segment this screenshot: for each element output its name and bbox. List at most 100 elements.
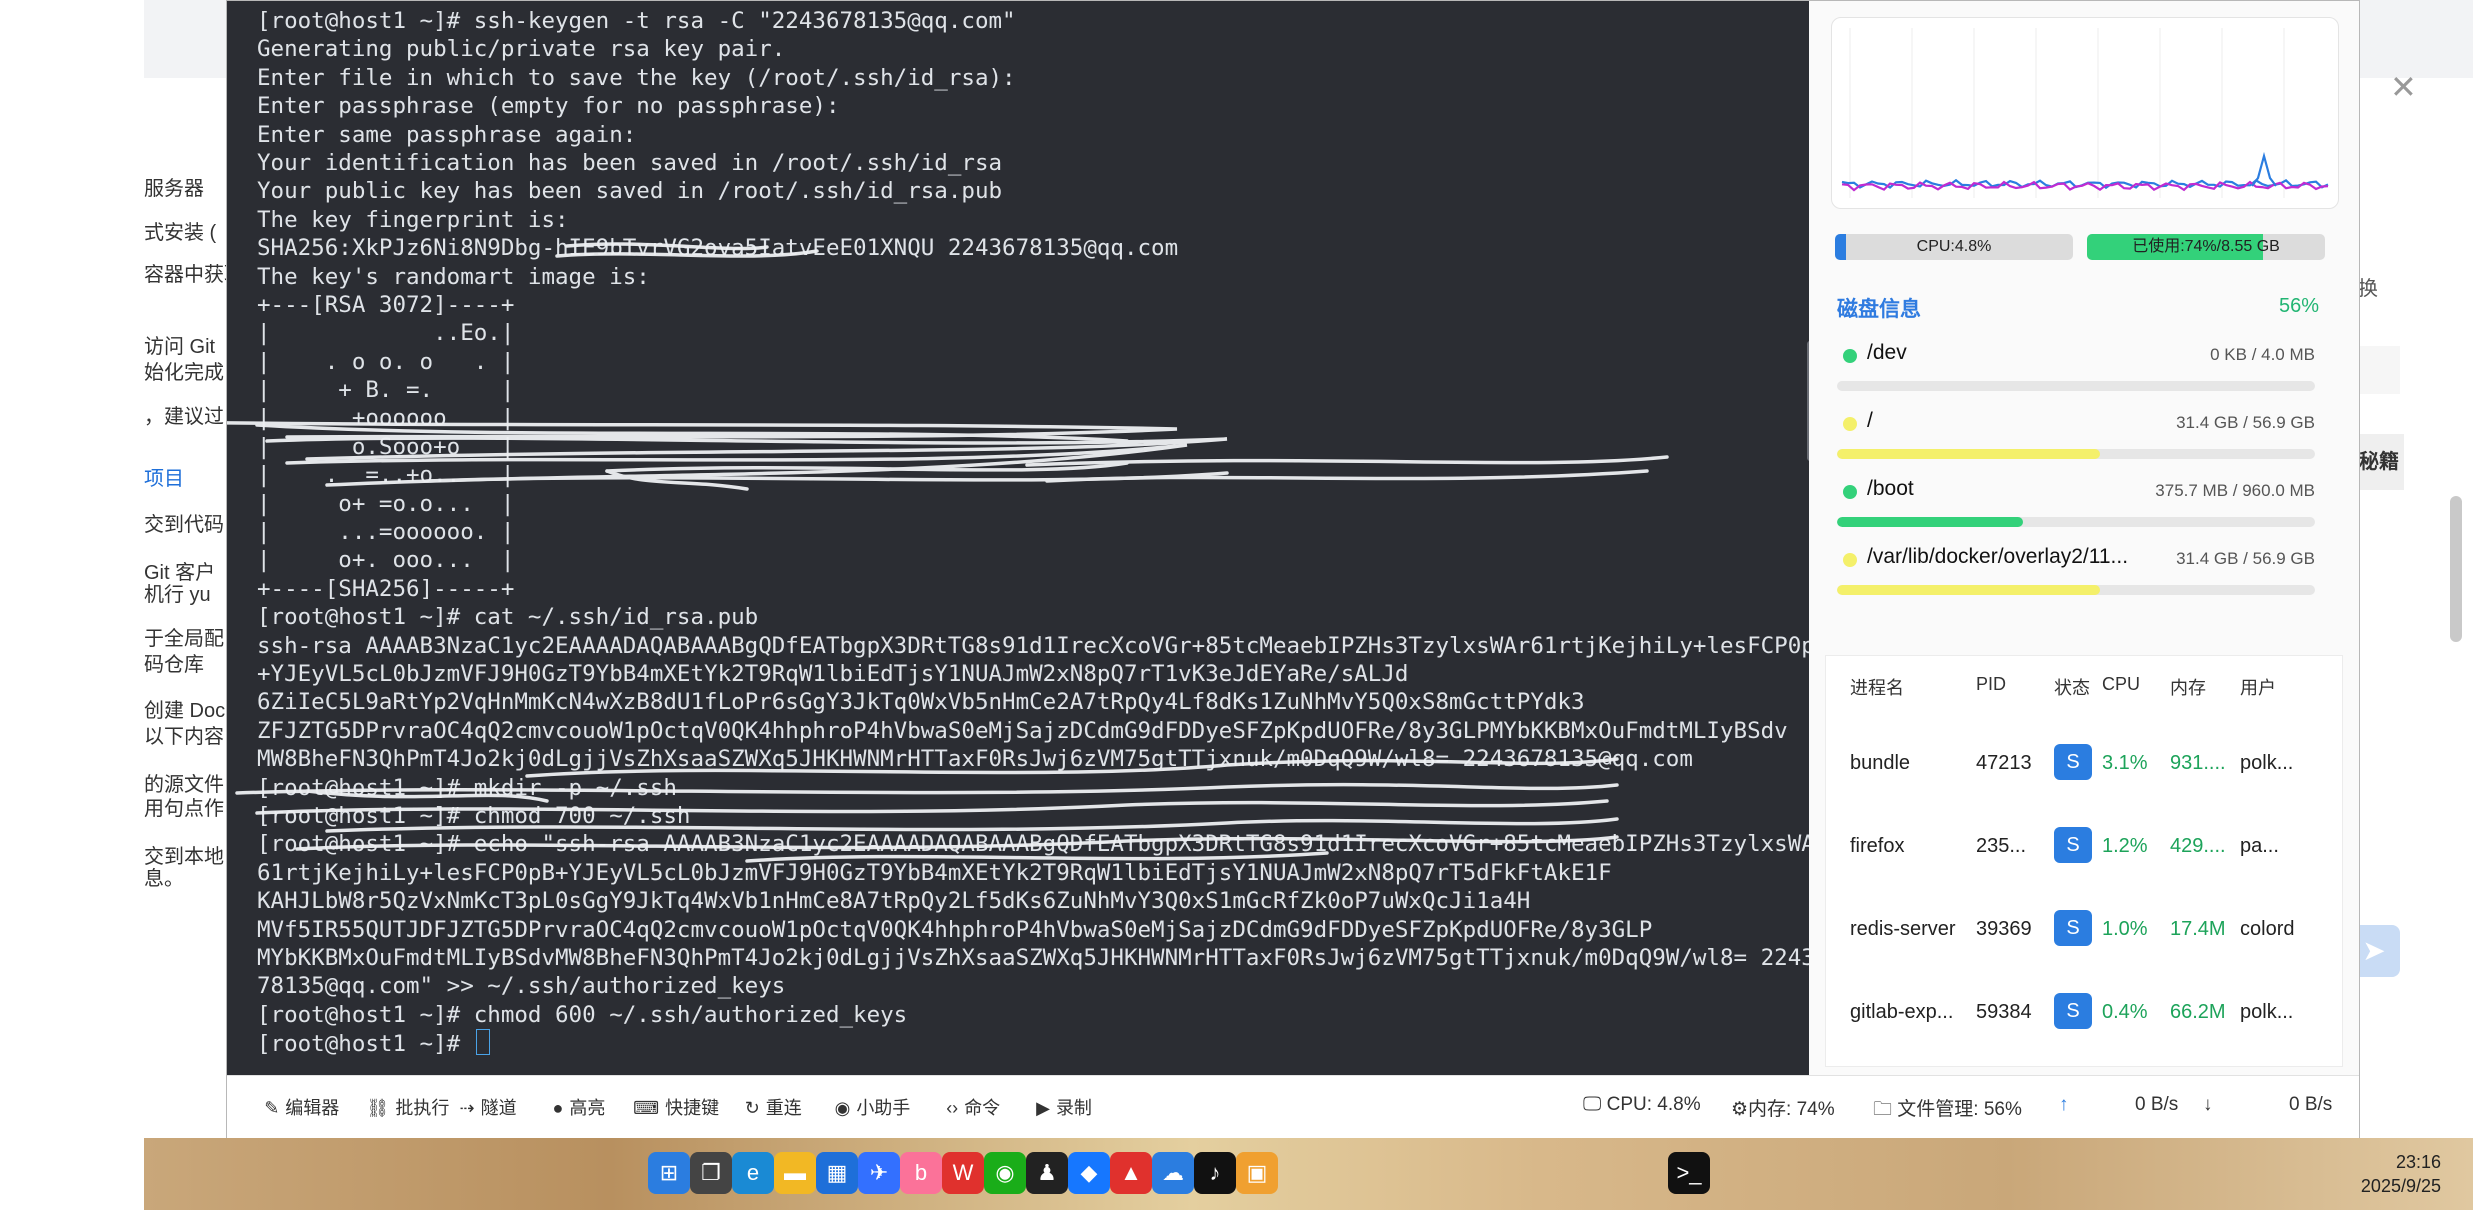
terminal-line: [root@host1 ~]# echo "ssh-rsa AAAAB3NzaC…: [257, 830, 1809, 858]
toolbar-bulb-button[interactable]: ● 高亮: [553, 1094, 606, 1120]
toolbar-button-label: 高亮: [569, 1098, 606, 1118]
terminal-line-text: | . =..+o.. |: [257, 462, 515, 489]
capcut-icon[interactable]: ♪: [1194, 1152, 1236, 1194]
clock-date[interactable]: 2025/9/25: [2361, 1176, 2441, 1197]
background-text: 以下内容: [144, 726, 224, 748]
process-row[interactable]: redis-server 39369 S 1.0% 17.4M colord: [1826, 902, 2342, 962]
toolbar-button-label: 录制: [1055, 1098, 1092, 1118]
windows-start-icon[interactable]: ⊞: [648, 1152, 690, 1194]
background-text: 交到代码: [144, 514, 224, 536]
terminal-line-text: | o.Sooo+o |: [257, 433, 515, 460]
memory-usage-label: 已使用:74%/8.55 GB: [2132, 238, 2280, 255]
terminal-line-text: | ..Eo.|: [257, 320, 515, 347]
edge-browser-icon[interactable]: e: [732, 1152, 774, 1194]
background-link[interactable]: 项目: [144, 462, 184, 491]
terminal-line: Enter same passphrase again:: [257, 121, 1809, 149]
toolbar-button-label: 隧道: [480, 1098, 517, 1118]
process-memory: 66.2M: [2170, 1001, 2226, 1023]
process-column-header[interactable]: 状态: [2054, 674, 2090, 700]
process-column-header[interactable]: 用户: [2240, 674, 2276, 700]
toolbar-refresh-button[interactable]: ↻ 重连: [745, 1094, 802, 1120]
terminal-output: [root@host1 ~]# ssh-keygen -t rsa -C "22…: [257, 7, 1809, 1057]
terminal-line: Enter file in which to save the key (/ro…: [257, 64, 1809, 92]
process-column-header[interactable]: PID: [1976, 674, 2006, 695]
terminal-line: | . o o. o . |: [257, 348, 1809, 376]
process-cpu: 1.0%: [2102, 918, 2148, 940]
disk-item: /dev 0 KB / 4.0 MB: [1837, 339, 2315, 399]
dingtalk-icon[interactable]: ◆: [1068, 1152, 1110, 1194]
process-pid: 47213: [1976, 752, 2032, 774]
console-icon[interactable]: >_: [1668, 1152, 1710, 1194]
bottom-toolbar: ✎ 编辑器 ⛓ 批执行 ⇢ 隧道 ● 高亮 ⌨ 快捷键 ↻ 重连 ◉ 小助手 ‹› 命令 ▶ 录制 🖵 CPU: …: [227, 1075, 2359, 1138]
disk-size: 0 KB / 4.0 MB: [2210, 345, 2315, 364]
cpu-spike: [2251, 151, 2277, 187]
toolbar-button-label: 命令: [964, 1098, 1001, 1118]
terminal-line-text: MVf5IR55QUTJDFJZTG5DPrvraOC4qQ2cmvcouoW1…: [257, 916, 1653, 943]
pdf-reader-icon[interactable]: ▲: [1110, 1152, 1152, 1194]
background-text: 码仓库: [144, 654, 204, 676]
process-row[interactable]: firefox 235... S 1.2% 429.... pa...: [1826, 819, 2342, 879]
process-row[interactable]: gitlab-exp... 59384 S 0.4% 66.2M polk...: [1826, 985, 2342, 1045]
background-tips-button[interactable]: 秘籍: [2354, 434, 2404, 490]
memory-status-text: 内存: 74%: [1748, 1099, 1835, 1120]
terminal-line: | o+ =o.o... |: [257, 490, 1809, 518]
terminal-line-text: MYbKKBMxOuFmdtMLIyBSdvMW8BheFN3QhPmT4Jo2…: [257, 944, 1809, 971]
terminal-line: Enter passphrase (empty for no passphras…: [257, 92, 1809, 120]
code-icon: ‹›: [946, 1098, 959, 1118]
terminal-line-text: +YJEyVL5cL0bJzmVFJ9H0GzT9YbB4mXEtYk2T9Rq…: [257, 660, 1409, 687]
file-manager-status[interactable]: 🗀 文件管理: 56%: [1873, 1094, 2022, 1127]
disk-usage-track: [1837, 449, 2315, 459]
toolbar-tunnel-button[interactable]: ⇢ 隧道: [460, 1094, 517, 1120]
clock-time[interactable]: 23:16: [2396, 1152, 2441, 1173]
terminal-line-text: KAHJLbW8r5QzVxNmKcT3pL0sGgY9JkTq4WxVb1nH…: [257, 888, 1531, 915]
terminal-line-text: [root@host1 ~]# mkdir -p ~/.ssh: [257, 774, 677, 801]
file-explorer-icon[interactable]: ▬: [774, 1152, 816, 1194]
process-column-header[interactable]: 内存: [2170, 674, 2206, 700]
terminal-line-text: ssh-rsa AAAAB3NzaC1yc2EAAAADAQABAAABgQDf…: [257, 632, 1809, 659]
store-icon[interactable]: ▦: [816, 1152, 858, 1194]
terminal-line-text: 78135@qq.com" >> ~/.ssh/authorized_keys: [257, 973, 786, 1000]
terminal-line: [root@host1 ~]# ssh-keygen -t rsa -C "22…: [257, 7, 1809, 35]
toolbar-button-label: 重连: [765, 1098, 802, 1118]
terminal-line-text: Enter same passphrase again:: [257, 121, 637, 148]
terminal-cursor[interactable]: [475, 1029, 490, 1056]
memory-status: ⚙内存: 74%: [1731, 1094, 1835, 1121]
background-scrollbar[interactable]: [2450, 496, 2462, 642]
wps-icon[interactable]: W: [942, 1152, 984, 1194]
terminal-line: The key's randomart image is:: [257, 263, 1809, 291]
background-text: 始化完成: [144, 362, 224, 384]
terminal-line-text: Your identification has been saved in /r…: [257, 149, 1003, 176]
cpu-memory-graph: [1831, 17, 2339, 209]
process-state-badge: S: [2054, 993, 2092, 1029]
upload-arrow-icon: ↑: [2059, 1094, 2069, 1115]
process-row[interactable]: bundle 47213 S 3.1% 931.... polk...: [1826, 736, 2342, 796]
qq-icon[interactable]: ♟: [1026, 1152, 1068, 1194]
process-name: redis-server: [1850, 918, 1956, 940]
process-column-header[interactable]: 进程名: [1850, 674, 1904, 700]
toolbar-edit-button[interactable]: ✎ 编辑器: [264, 1094, 339, 1120]
feishu-icon[interactable]: ✈: [858, 1152, 900, 1194]
bilibili-icon[interactable]: b: [900, 1152, 942, 1194]
toolbar-assistant-button[interactable]: ◉ 小助手: [835, 1094, 911, 1120]
toolbar-keyboard-button[interactable]: ⌨ 快捷键: [633, 1094, 719, 1120]
terminal-pane[interactable]: [root@host1 ~]# ssh-keygen -t rsa -C "22…: [227, 1, 1809, 1075]
terminal-line: | ..Eo.|: [257, 319, 1809, 347]
disk-size: 31.4 GB / 56.9 GB: [2176, 413, 2315, 432]
terminal-line: | +oooooo |: [257, 404, 1809, 432]
process-cpu: 1.2%: [2102, 835, 2148, 857]
toolbar-link-button[interactable]: ⛓ 批执行: [367, 1094, 450, 1120]
toolbar-button-label: 批执行: [395, 1098, 450, 1118]
process-cpu: 0.4%: [2102, 1001, 2148, 1023]
background-text: 于全局配: [144, 628, 224, 650]
usage-chart: [1841, 28, 2329, 198]
terminal-line: ssh-rsa AAAAB3NzaC1yc2EAAAADAQABAAABgQDf…: [257, 632, 1809, 660]
toolbar-code-button[interactable]: ‹› 命令: [946, 1094, 1000, 1120]
task-view-icon[interactable]: ❐: [690, 1152, 732, 1194]
close-icon[interactable]: ✕: [2390, 68, 2417, 106]
baidu-netdisk-icon[interactable]: ☁: [1152, 1152, 1194, 1194]
wechat-icon[interactable]: ◉: [984, 1152, 1026, 1194]
terminal-line: +---[RSA 3072]----+: [257, 291, 1809, 319]
process-column-header[interactable]: CPU: [2102, 674, 2140, 695]
toolbar-record-button[interactable]: ▶ 录制: [1036, 1094, 1092, 1120]
terminal-app-icon[interactable]: ▣: [1236, 1152, 1278, 1194]
